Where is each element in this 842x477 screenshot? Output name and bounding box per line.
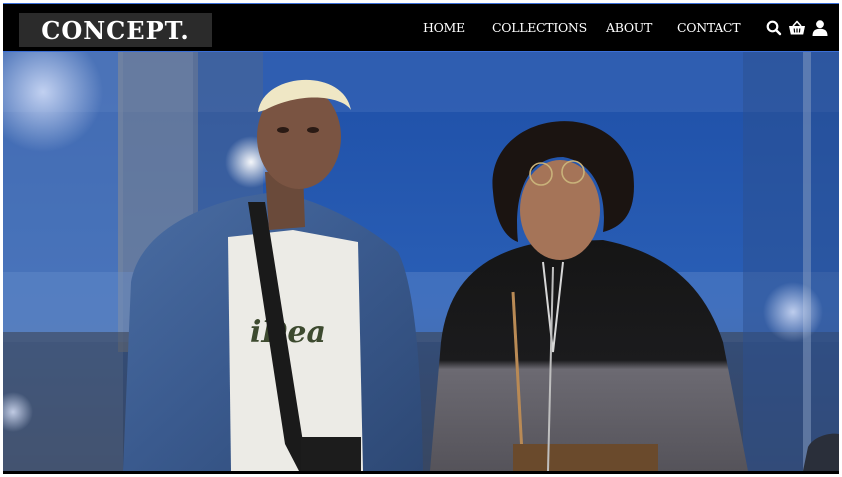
nav-contact-link[interactable]: CONTACT (677, 20, 741, 35)
hero-photo: iDea (3, 52, 839, 471)
user-icon[interactable] (811, 19, 829, 37)
nav-home-link[interactable]: HOME (423, 20, 465, 35)
nav-about-link[interactable]: ABOUT (606, 20, 652, 35)
bottom-edge (3, 471, 839, 474)
search-icon[interactable] (765, 19, 783, 37)
page: CONCEPT. HOME COLLECTIONS ABOUT CONTACT (0, 0, 842, 477)
navbar: CONCEPT. HOME COLLECTIONS ABOUT CONTACT (3, 3, 839, 52)
hero-image: iDea (3, 52, 839, 471)
main-nav: HOME COLLECTIONS ABOUT CONTACT (3, 4, 839, 53)
shirt-print: iDea (250, 315, 326, 350)
shopping-basket-icon[interactable] (788, 19, 806, 37)
nav-collections-link[interactable]: COLLECTIONS (492, 20, 587, 35)
